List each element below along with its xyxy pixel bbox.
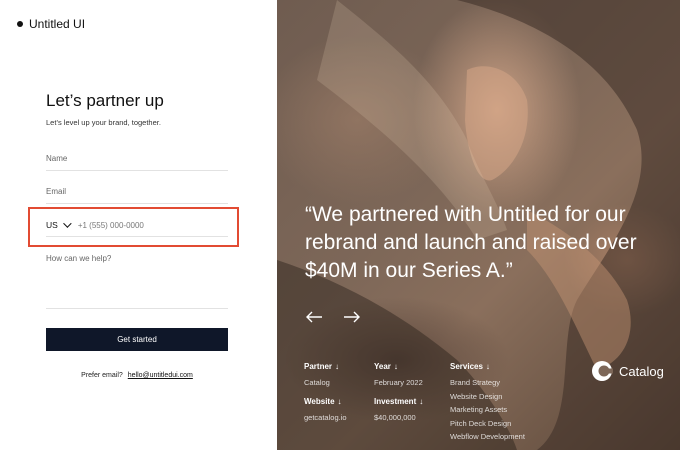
help-textarea[interactable]: How can we help? xyxy=(46,254,228,310)
prefer-email-text: Prefer email? xyxy=(81,372,123,379)
page-title: Let’s partner up xyxy=(46,91,164,110)
prev-arrow-icon[interactable] xyxy=(305,310,323,324)
service-item: Brand Strategy xyxy=(450,378,501,387)
help-field-label: How can we help? xyxy=(46,254,112,263)
name-field-label: Name xyxy=(46,154,68,163)
services-label: Services xyxy=(450,362,483,371)
logo-dot-icon xyxy=(17,21,23,27)
service-item: Webflow Development xyxy=(450,432,525,441)
service-item: Website Design xyxy=(450,391,503,401)
partner-value: Catalog xyxy=(304,378,330,387)
name-underline xyxy=(46,170,228,171)
partner-meta: Partner ↓ Catalog xyxy=(304,362,339,390)
help-underline xyxy=(46,308,228,309)
next-arrow-icon[interactable] xyxy=(343,310,361,324)
email-link[interactable]: hello@untitledui.com xyxy=(128,372,193,379)
prefer-email-row: Prefer email? hello@untitledui.com xyxy=(46,372,228,379)
email-field[interactable]: Email xyxy=(46,187,228,205)
website-label: Website xyxy=(304,397,335,406)
service-item: Pitch Deck Design xyxy=(450,418,512,428)
company-logo: Catalog xyxy=(591,360,664,382)
logo[interactable]: Untitled UI xyxy=(17,17,85,31)
get-started-button[interactable]: Get started xyxy=(46,328,228,351)
phone-highlight-box xyxy=(28,207,239,247)
page-subtitle: Let’s level up your brand, together. xyxy=(46,118,161,127)
website-meta: Website ↓ getcatalog.io xyxy=(304,397,347,425)
partner-label: Partner xyxy=(304,362,333,371)
company-name: Catalog xyxy=(619,363,664,379)
investment-meta: Investment ↓ $40,000,000 xyxy=(374,397,423,425)
testimonial-quote: “We partnered with Untitled for our rebr… xyxy=(305,203,637,282)
year-meta: Year ↓ February 2022 xyxy=(374,362,423,390)
service-item: Marketing Assets xyxy=(450,405,508,414)
arrow-down-icon: ↓ xyxy=(393,362,398,371)
testimonial-panel: “We partnered with Untitled for our rebr… xyxy=(277,0,680,450)
carousel-controls xyxy=(305,310,361,324)
email-underline xyxy=(46,203,228,204)
investment-label: Investment xyxy=(374,397,417,406)
year-value: February 2022 xyxy=(374,378,423,387)
year-label: Year xyxy=(374,362,391,371)
website-value[interactable]: getcatalog.io xyxy=(304,411,347,425)
investment-value: $40,000,000 xyxy=(374,413,416,422)
email-field-label: Email xyxy=(46,187,67,196)
logo-text: Untitled UI xyxy=(29,17,86,31)
arrow-down-icon: ↓ xyxy=(335,362,340,371)
arrow-down-icon: ↓ xyxy=(337,397,342,406)
arrow-down-icon: ↓ xyxy=(485,362,490,371)
catalog-logo-icon xyxy=(592,361,613,381)
arrow-down-icon: ↓ xyxy=(419,397,424,406)
name-field[interactable]: Name xyxy=(46,154,228,172)
services-list: Brand Strategy Website Design Marketing … xyxy=(450,376,525,444)
form-panel: Untitled UI Let’s partner up Let’s level… xyxy=(0,0,277,450)
services-meta: Services ↓ Brand Strategy Website Design … xyxy=(450,362,525,444)
